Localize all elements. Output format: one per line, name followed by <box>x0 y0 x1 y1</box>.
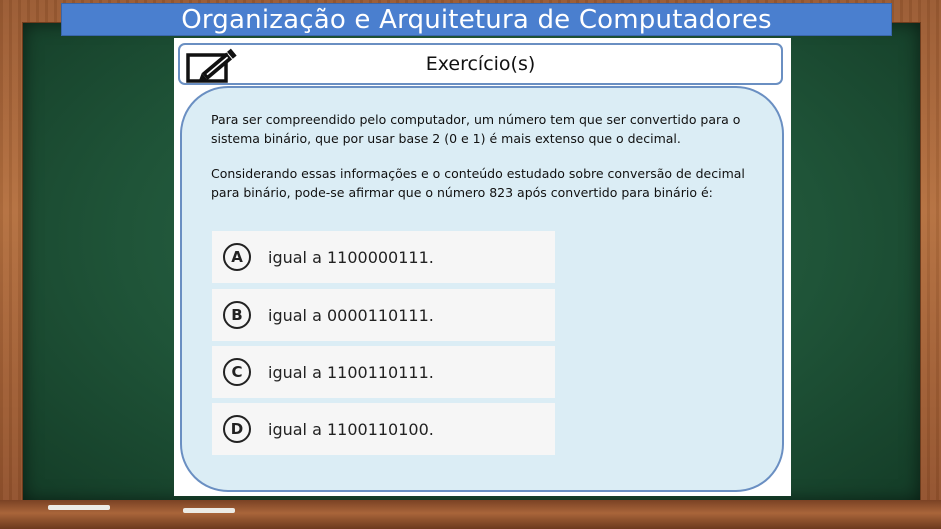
option-letter-d: D <box>223 415 251 443</box>
answer-option-b[interactable]: B igual a 0000110111. <box>212 289 555 341</box>
question-panel: Para ser compreendido pelo computador, u… <box>180 86 784 492</box>
exercise-title: Exercício(s) <box>425 53 536 75</box>
chalk-piece <box>48 505 110 510</box>
option-letter-a: A <box>223 243 251 271</box>
option-text-d: igual a 1100110100. <box>268 419 434 439</box>
exercise-header: Exercício(s) <box>178 43 783 85</box>
option-text-b: igual a 0000110111. <box>268 305 434 325</box>
chalk-ledge <box>0 500 941 529</box>
course-title-bar: Organização e Arquitetura de Computadore… <box>61 3 892 36</box>
chalk-piece <box>183 508 235 513</box>
course-title: Organização e Arquitetura de Computadore… <box>181 4 772 35</box>
answer-option-a[interactable]: A igual a 1100000111. <box>212 231 555 283</box>
option-text-c: igual a 1100110111. <box>268 362 434 382</box>
question-paragraph-1: Para ser compreendido pelo computador, u… <box>211 112 741 146</box>
answer-option-c[interactable]: C igual a 1100110111. <box>212 346 555 398</box>
option-text-a: igual a 1100000111. <box>268 247 434 267</box>
option-letter-b: B <box>223 301 251 329</box>
answer-options: A igual a 1100000111. B igual a 00001101… <box>212 231 555 457</box>
answer-option-d[interactable]: D igual a 1100110100. <box>212 403 555 455</box>
option-letter-c: C <box>223 358 251 386</box>
exercise-card: Exercício(s) Para ser compreendido pelo … <box>174 38 791 496</box>
question-paragraph-2: Considerando essas informações e o conte… <box>211 166 745 200</box>
